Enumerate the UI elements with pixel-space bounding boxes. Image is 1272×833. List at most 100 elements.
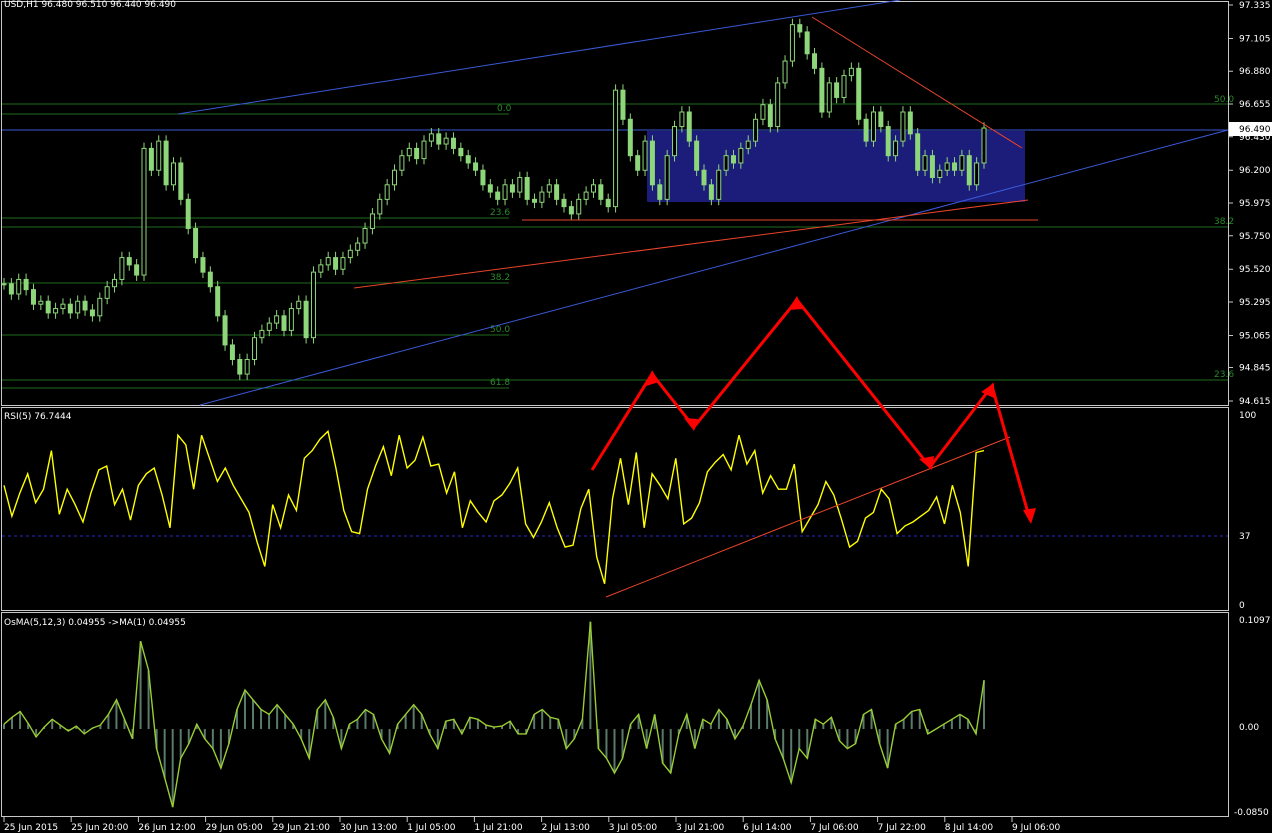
- candle-body: [310, 271, 316, 339]
- candle-body: [421, 140, 427, 160]
- candle-body: [53, 308, 59, 314]
- candle-body: [16, 278, 22, 295]
- candle-body: [465, 155, 471, 164]
- candle-body: [89, 309, 95, 317]
- candle-body: [340, 257, 346, 270]
- candle-body: [495, 191, 501, 200]
- candle-body: [642, 140, 648, 171]
- candle-body: [480, 169, 486, 186]
- fib-label-23: 23.6: [490, 208, 510, 218]
- price-tick-label: 96.200: [1239, 166, 1271, 176]
- candle-body: [672, 126, 678, 157]
- fib-label-0: 0.0: [497, 104, 512, 114]
- candle-body: [686, 111, 692, 142]
- time-tick-label: 6 Jul 14:00: [743, 823, 792, 833]
- candle-body: [333, 257, 339, 270]
- candle-body: [148, 147, 154, 171]
- candle-body: [834, 82, 840, 98]
- time-tick-label: 9 Jul 06:00: [1012, 823, 1061, 833]
- price-tick-label: 95.750: [1239, 232, 1271, 242]
- candle-body: [163, 140, 169, 186]
- candle-body: [753, 118, 759, 142]
- price-tick-label: 97.335: [1239, 1, 1271, 11]
- candle-body: [620, 89, 626, 120]
- candle-body: [863, 118, 869, 142]
- price-tick-label: 94.845: [1239, 364, 1271, 374]
- candle-body: [259, 329, 265, 339]
- price-axis: 97.33597.10596.88096.65596.43096.20095.9…: [1228, 1, 1271, 407]
- candle-body: [281, 315, 287, 331]
- candle-body: [1, 283, 7, 286]
- rsi-axis-37: 37: [1239, 532, 1250, 542]
- candle-body: [723, 155, 729, 171]
- candle-body: [583, 191, 589, 200]
- candle-body: [819, 67, 825, 113]
- time-tick-label: 29 Jun 21:00: [273, 823, 330, 833]
- candle-body: [568, 206, 574, 215]
- candle-body: [30, 289, 36, 305]
- candle-body: [399, 155, 405, 171]
- price-tick-label: 95.295: [1239, 298, 1271, 308]
- candle-body: [178, 162, 184, 200]
- candle-body: [170, 162, 176, 186]
- arrowhead-6: [1023, 508, 1036, 524]
- candle-body: [244, 359, 250, 375]
- candle-body: [664, 155, 670, 200]
- time-tick-label: 1 Jul 05:00: [407, 823, 456, 833]
- candle-body: [782, 60, 788, 84]
- time-tick-label: 26 Jun 12:00: [138, 823, 195, 833]
- candle-body: [679, 111, 685, 128]
- price-tick-label: 94.615: [1239, 397, 1271, 407]
- candle-body: [878, 111, 884, 128]
- candle-body: [487, 184, 493, 193]
- time-tick-label: 3 Jul 05:00: [609, 823, 658, 833]
- candle-body: [8, 283, 14, 295]
- candle-body: [97, 297, 103, 317]
- candle-body: [185, 198, 191, 229]
- candle-body: [561, 198, 567, 208]
- price-tick-label: 95.065: [1239, 331, 1271, 341]
- candle-body: [45, 300, 51, 314]
- candle-body: [716, 169, 722, 200]
- candle-body: [82, 300, 88, 311]
- time-tick-label: 3 Jul 21:00: [676, 823, 725, 833]
- chart-canvas: USD,H1 96.480 96.510 96.440 96.490 RSI(5…: [1, 0, 1272, 833]
- candle-body: [141, 147, 147, 276]
- candle-body: [922, 155, 928, 171]
- osma-histogram: [3, 621, 985, 808]
- arrowhead-2: [684, 418, 698, 431]
- time-tick-label: 30 Jun 13:00: [340, 823, 397, 833]
- candle-body: [362, 227, 368, 244]
- rsi-line: [3, 429, 985, 584]
- candle-body: [775, 82, 781, 128]
- fib-label-right-23: 23.6: [1214, 370, 1234, 380]
- candle-body: [67, 303, 73, 314]
- candle-body: [450, 137, 456, 149]
- candle-body: [369, 213, 375, 229]
- candle-body: [502, 184, 508, 200]
- candle-body: [126, 257, 132, 266]
- fib-label-right-38: 38.2: [1214, 217, 1234, 227]
- osma-axis-zero: 0.00: [1239, 723, 1259, 733]
- pattern-arrow: [590, 296, 1036, 524]
- candle-body: [812, 53, 818, 69]
- time-tick-label: 8 Jul 14:00: [945, 823, 994, 833]
- candle-body: [237, 359, 243, 375]
- time-tick-label: 29 Jun 05:00: [206, 823, 263, 833]
- price-tick-label: 95.520: [1239, 265, 1271, 275]
- time-axis: 25 Jun 2015 25 Jun 20:00 26 Jun 12:00 29 Ju…: [3, 817, 1061, 833]
- candle-body: [325, 257, 331, 266]
- candle-body: [797, 24, 803, 33]
- candle-body: [745, 140, 751, 149]
- candle-body: [554, 184, 560, 200]
- price-tick-label: 96.880: [1239, 67, 1271, 77]
- current-price-label: 96.490: [1239, 125, 1271, 135]
- candle-body: [119, 257, 125, 280]
- candle-body: [870, 111, 876, 142]
- price-tick-label: 97.105: [1239, 34, 1271, 44]
- osma-axis-max: 0.1097: [1239, 616, 1271, 626]
- candle-body: [112, 278, 118, 288]
- candle-body: [760, 104, 766, 120]
- fib-label-61: 61.8: [490, 378, 510, 388]
- candle-body: [613, 89, 619, 208]
